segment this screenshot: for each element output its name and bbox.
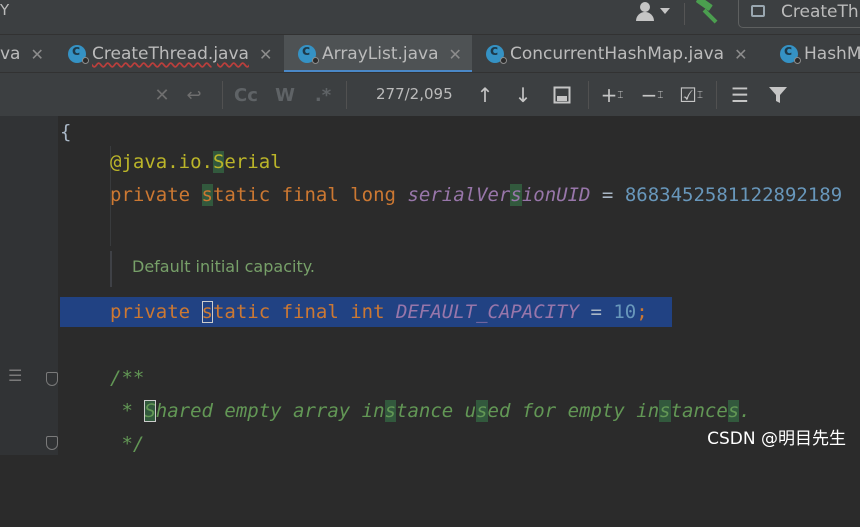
filter-icon[interactable] [764,73,792,117]
tab-label: CreateThread.java [92,44,249,64]
watermark: CSDN @明目先生 [707,429,846,449]
tab-label: va [0,44,21,64]
close-icon[interactable]: ✕ [734,45,747,64]
tab-arraylist[interactable]: ArrayList.java ✕ [284,35,472,73]
user-icon [640,2,650,12]
code-line: private static final int DEFAULT_CAPACIT… [110,301,648,323]
tab-label: ArrayList.java [322,44,439,64]
next-occurrence-icon[interactable]: ↓ [510,73,536,117]
user-account-button[interactable] [632,2,674,24]
tab-concurrenthashmap[interactable]: ConcurrentHashMap.java ✕ [486,35,748,73]
chevron-down-icon [660,8,670,14]
match-case-toggle[interactable]: Cc [230,73,262,117]
match-count: 277/2,095 [376,85,453,103]
code-line: { [60,121,72,143]
run-config-label: CreateTh [781,2,859,22]
tab-label: ConcurrentHashMap.java [510,44,725,64]
remove-selection-icon[interactable]: − ⌶ [638,73,666,117]
close-icon[interactable]: ✕ [30,45,43,64]
rendered-doc-comment[interactable]: Default initial capacity. [110,251,712,287]
filter-options-icon[interactable]: ☰ [726,73,754,117]
toolbar-divider [684,3,685,25]
java-class-icon [780,43,801,64]
select-all-checkbox-icon[interactable]: ☑ ⌶ [676,73,706,117]
add-selection-icon[interactable]: + ⌶ [598,73,626,117]
run-configuration-selector[interactable]: CreateTh [738,0,860,28]
main-toolbar: Y CreateTh [0,0,860,34]
build-hammer-icon[interactable] [694,0,722,24]
java-class-icon [486,43,507,64]
java-class-icon [298,43,319,64]
tab-hashmap[interactable]: HashM [780,35,860,73]
regex-toggle[interactable]: .* [308,73,338,117]
code-editor[interactable]: { @java.io.Serial private static final l… [0,116,860,455]
code-line: private static final long serialVersionU… [110,184,843,206]
find-bar: ✕ ↩ Cc W .* 277/2,095 ↑ ↓ + ⌶ − ⌶ ☑ ⌶ ☰ [0,72,860,118]
code-line: @java.io.Serial [110,151,282,173]
tab-partial[interactable]: va ✕ [0,35,44,73]
tab-label: HashM [804,44,860,64]
editor-tab-bar: va ✕ CreateThread.java ✕ ArrayList.java … [0,34,860,73]
tab-createthread[interactable]: CreateThread.java ✕ [68,35,272,73]
run-config-icon [751,5,765,17]
window-title-fragment: Y [0,1,10,19]
java-class-icon [68,43,89,64]
whole-words-toggle[interactable]: W [270,73,300,117]
new-line-icon[interactable]: ↩ [180,73,208,117]
clear-search-icon[interactable]: ✕ [150,73,174,117]
previous-occurrence-icon[interactable]: ↑ [472,73,498,117]
close-icon[interactable]: ✕ [449,45,462,64]
select-all-occurrences-icon[interactable] [548,73,576,117]
close-icon[interactable]: ✕ [259,45,272,64]
code-line: /** [110,367,145,389]
